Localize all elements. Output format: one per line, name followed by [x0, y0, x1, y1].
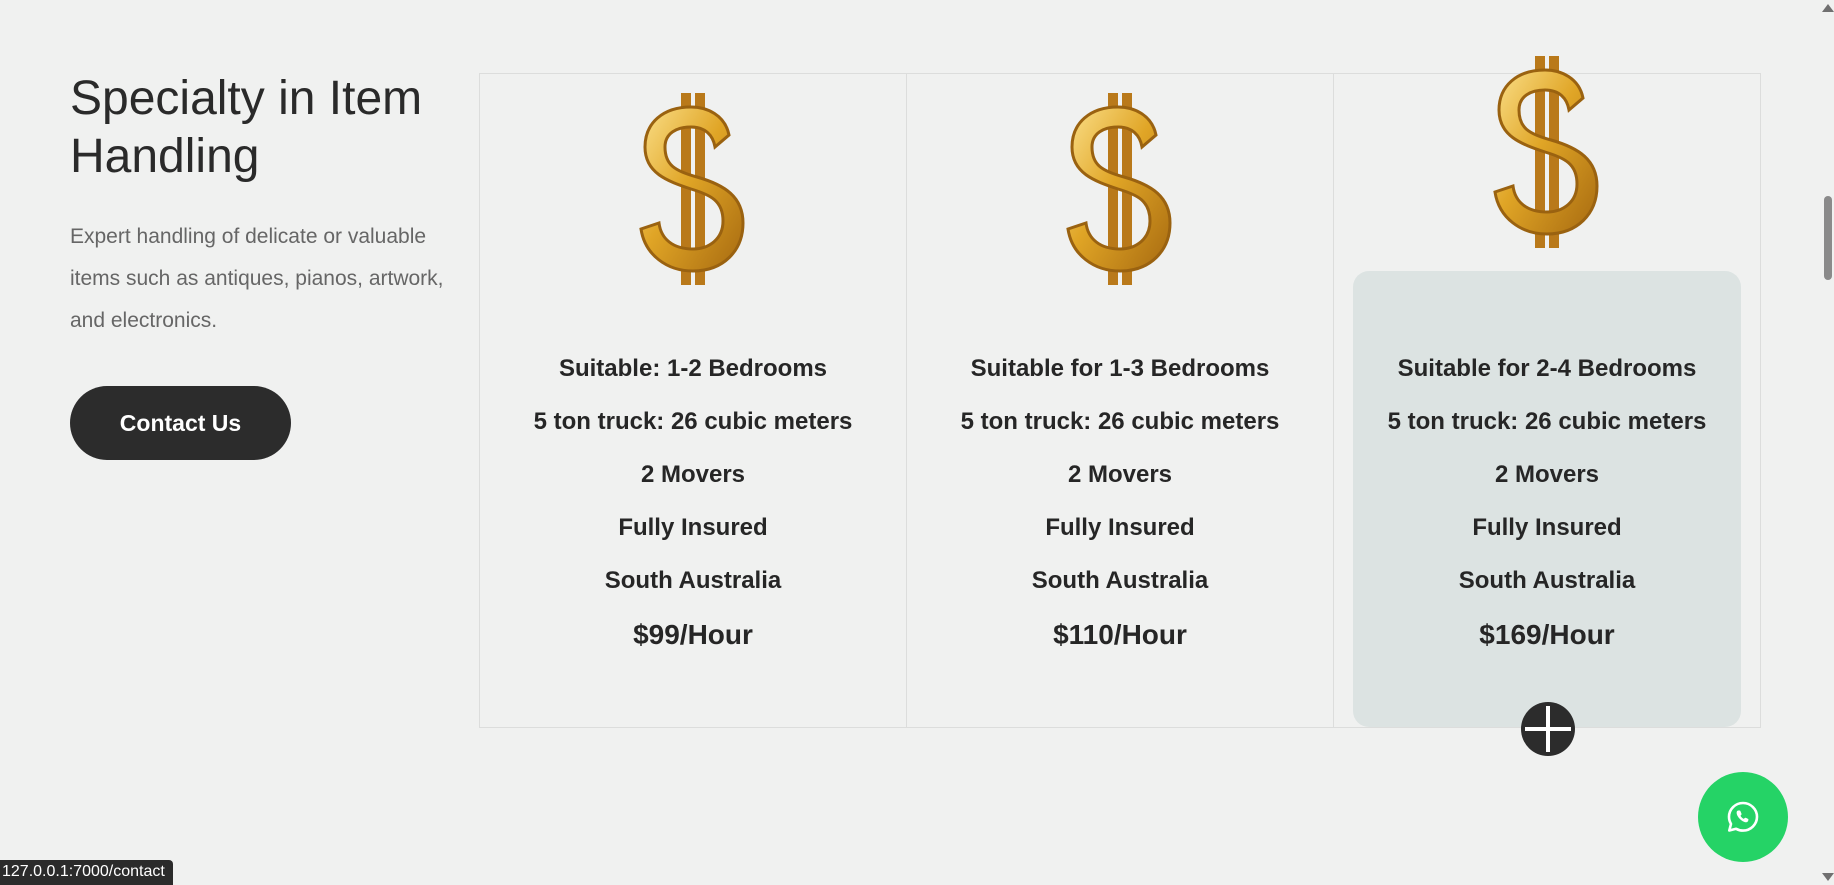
plan-region: South Australia [1031, 567, 1209, 594]
pricing-card-2: Suitable for 1-3 Bedrooms 5 ton truck: 2… [907, 74, 1334, 727]
whatsapp-icon [1727, 801, 1759, 832]
scrollbar[interactable] [1820, 0, 1834, 885]
plus-circle-icon[interactable] [1521, 702, 1575, 756]
plan-truck: 5 ton truck: 26 cubic meters [960, 408, 1280, 435]
pricing-card-1: Suitable: 1-2 Bedrooms 5 ton truck: 26 c… [480, 74, 907, 727]
dollar-sign-icon [1493, 56, 1599, 248]
plan-insured: Fully Insured [1045, 514, 1195, 541]
plan-movers: 2 Movers [640, 461, 746, 488]
plan-suitable: Suitable: 1-2 Bedrooms [558, 355, 828, 382]
status-bar-url: 127.0.0.1:7000/contact [0, 860, 173, 885]
plan-details: Suitable for 2-4 Bedrooms 5 ton truck: 2… [1334, 342, 1760, 655]
plan-price: $169/Hour [1479, 619, 1615, 650]
pricing-cards: Suitable: 1-2 Bedrooms 5 ton truck: 26 c… [479, 56, 1761, 728]
intro-section: Specialty in Item Handling Expert handli… [70, 70, 470, 342]
dollar-sign-icon [1066, 93, 1172, 285]
pricing-card-3: Suitable for 2-4 Bedrooms 5 ton truck: 2… [1334, 56, 1760, 727]
plan-details: Suitable: 1-2 Bedrooms 5 ton truck: 26 c… [480, 342, 906, 655]
section-description: Expert handling of delicate or valuable … [70, 225, 444, 332]
section-title: Specialty in Item Handling [70, 72, 423, 183]
plan-truck: 5 ton truck: 26 cubic meters [1387, 408, 1707, 435]
plan-suitable: Suitable for 2-4 Bedrooms [1397, 355, 1697, 382]
plan-movers: 2 Movers [1494, 461, 1600, 488]
plan-insured: Fully Insured [618, 514, 768, 541]
plan-suitable: Suitable for 1-3 Bedrooms [970, 355, 1270, 382]
dollar-sign-icon [639, 93, 745, 285]
plan-details: Suitable for 1-3 Bedrooms 5 ton truck: 2… [907, 342, 1333, 655]
plan-movers: 2 Movers [1067, 461, 1173, 488]
plan-price: $110/Hour [1053, 619, 1187, 650]
plan-price: $99/Hour [633, 619, 753, 650]
page: Specialty in Item Handling Expert handli… [0, 0, 1834, 885]
scroll-down-icon[interactable] [1822, 873, 1834, 881]
scroll-up-icon[interactable] [1822, 4, 1834, 12]
scrollbar-thumb[interactable] [1824, 196, 1832, 280]
plan-region: South Australia [604, 567, 782, 594]
contact-us-button[interactable]: Contact Us [70, 386, 291, 460]
plan-truck: 5 ton truck: 26 cubic meters [533, 408, 853, 435]
whatsapp-button[interactable] [1698, 772, 1788, 862]
plan-region: South Australia [1458, 567, 1636, 594]
plan-insured: Fully Insured [1472, 514, 1622, 541]
